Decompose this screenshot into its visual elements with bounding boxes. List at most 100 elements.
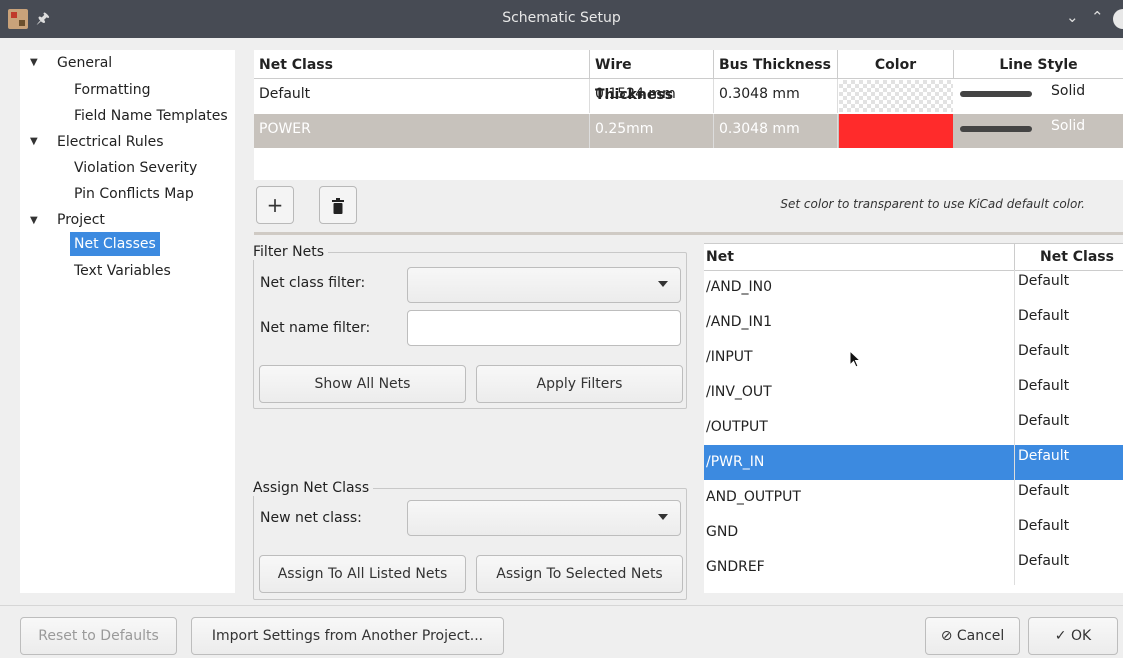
wire-thickness[interactable]: 0.25mm <box>590 114 714 148</box>
tree-item-net-classes[interactable]: Net Classes <box>70 232 160 256</box>
wire-thickness[interactable]: 0.1524 mm <box>590 79 714 113</box>
ok-button[interactable]: ✓ OK <box>1028 617 1118 655</box>
transparent-color-hint: Set color to transparent to use KiCad de… <box>780 197 1085 211</box>
assign-net-class-title: Assign Net Class <box>253 480 374 496</box>
line-style[interactable]: Solid <box>1051 83 1085 99</box>
splitter-handle[interactable] <box>254 232 1123 235</box>
net-name: /INV_OUT <box>706 384 772 400</box>
cell-separator <box>1014 550 1015 585</box>
cancel-label: Cancel <box>956 628 1005 644</box>
color-swatch-transparent[interactable] <box>839 80 953 112</box>
column-header-net-class[interactable]: Net Class <box>1040 244 1114 270</box>
cell-separator <box>1014 410 1015 445</box>
show-all-nets-button[interactable]: Show All Nets <box>259 365 466 403</box>
color-swatch-red[interactable] <box>839 114 953 148</box>
nets-table: Net Net Class /AND_IN0 Default /AND_IN1 De… <box>704 243 1123 593</box>
expand-arrow-icon[interactable]: ▼ <box>30 136 38 147</box>
table-row[interactable]: GNDREF Default <box>704 550 1123 585</box>
table-row[interactable]: AND_OUTPUT Default <box>704 480 1123 515</box>
tree-item-pin-conflicts-map[interactable]: Pin Conflicts Map <box>74 182 194 206</box>
expand-arrow-icon[interactable]: ▼ <box>30 215 38 226</box>
cell-separator <box>1014 340 1015 375</box>
line-style[interactable]: Solid <box>1051 118 1085 134</box>
net-class-cell[interactable]: Default <box>1018 343 1069 359</box>
close-button[interactable] <box>1113 9 1123 29</box>
net-class-cell[interactable]: Default <box>1018 518 1069 534</box>
settings-tree: ▼ General Formatting Field Name Template… <box>20 50 235 593</box>
net-class-cell[interactable]: Default <box>1018 378 1069 394</box>
table-row[interactable]: /OUTPUT Default <box>704 410 1123 445</box>
dropdown-arrow-icon <box>658 514 668 520</box>
column-header-color[interactable]: Color <box>838 50 954 78</box>
column-header-line-style[interactable]: Line Style <box>954 50 1123 78</box>
cell-separator <box>1014 515 1015 550</box>
net-class-name[interactable]: Default <box>254 79 590 113</box>
net-class-cell[interactable]: Default <box>1018 413 1069 429</box>
window-title: Schematic Setup <box>502 10 621 26</box>
column-header-wire-thickness[interactable]: Wire Thickness <box>590 50 714 103</box>
table-row[interactable]: /AND_IN1 Default <box>704 305 1123 340</box>
net-name: /AND_IN0 <box>706 279 773 295</box>
net-class-table-header: Net Class Wire Thickness Bus Thickness C… <box>254 50 1123 103</box>
ok-label: OK <box>1070 628 1092 644</box>
net-name-filter-input[interactable] <box>407 310 681 346</box>
delete-net-class-button[interactable] <box>319 186 357 224</box>
table-row[interactable]: /INPUT Default <box>704 340 1123 375</box>
checkmark-icon: ✓ <box>1054 628 1067 644</box>
new-net-class-label: New net class: <box>260 510 362 526</box>
cell-separator <box>1014 305 1015 340</box>
new-net-class-dropdown[interactable] <box>407 500 681 536</box>
add-net-class-button[interactable]: + <box>256 186 294 224</box>
reset-to-defaults-button[interactable]: Reset to Defaults <box>20 617 177 655</box>
net-name: /PWR_IN <box>706 454 765 470</box>
net-class-name[interactable]: POWER <box>254 114 590 148</box>
tree-item-violation-severity[interactable]: Violation Severity <box>74 156 197 180</box>
table-row-selected[interactable]: /PWR_IN Default <box>704 445 1123 480</box>
column-header-net-class[interactable]: Net Class <box>254 50 590 78</box>
net-name: /AND_IN1 <box>706 314 773 330</box>
expand-arrow-icon[interactable]: ▼ <box>30 57 38 68</box>
minimize-chevron-icon[interactable]: ⌄ <box>1066 8 1079 26</box>
tree-item-text-variables[interactable]: Text Variables <box>74 259 171 283</box>
line-style-preview <box>960 126 1032 132</box>
trash-icon <box>332 198 344 214</box>
bus-thickness[interactable]: 0.3048 mm <box>714 114 838 148</box>
net-name: GND <box>706 524 739 540</box>
cell-separator <box>1014 270 1015 305</box>
tree-item-general[interactable]: General <box>57 51 112 75</box>
apply-filters-button[interactable]: Apply Filters <box>476 365 683 403</box>
dropdown-arrow-icon <box>658 281 668 287</box>
net-name: GNDREF <box>706 559 765 575</box>
net-class-cell[interactable]: Default <box>1018 483 1069 499</box>
net-class-cell[interactable]: Default <box>1018 553 1069 569</box>
tree-item-formatting[interactable]: Formatting <box>74 78 150 102</box>
table-row[interactable]: /AND_IN0 Default <box>704 270 1123 305</box>
net-class-cell[interactable]: Default <box>1018 448 1069 464</box>
column-header-net[interactable]: Net <box>706 244 734 270</box>
net-class-filter-dropdown[interactable] <box>407 267 681 303</box>
footer-divider <box>0 605 1123 606</box>
table-row[interactable]: GND Default <box>704 515 1123 550</box>
import-settings-button[interactable]: Import Settings from Another Project... <box>191 617 504 655</box>
assign-to-selected-nets-button[interactable]: Assign To Selected Nets <box>476 555 683 593</box>
table-row[interactable]: /INV_OUT Default <box>704 375 1123 410</box>
column-header-bus-thickness[interactable]: Bus Thickness <box>714 50 838 78</box>
title-bar: 🖈 Schematic Setup ⌄ ⌃ <box>0 0 1123 38</box>
column-divider[interactable] <box>1014 244 1015 270</box>
cell-separator <box>1014 375 1015 410</box>
net-name: AND_OUTPUT <box>706 489 801 505</box>
cell-separator <box>1014 445 1015 480</box>
table-row[interactable]: Default 0.1524 mm 0.3048 mm Solid <box>254 79 1123 113</box>
tree-item-field-name-templates[interactable]: Field Name Templates <box>74 104 228 128</box>
net-class-cell[interactable]: Default <box>1018 308 1069 324</box>
maximize-chevron-icon[interactable]: ⌃ <box>1091 8 1104 26</box>
assign-to-all-listed-nets-button[interactable]: Assign To All Listed Nets <box>259 555 466 593</box>
tree-item-project[interactable]: Project <box>57 208 105 232</box>
table-row[interactable]: POWER 0.25mm 0.3048 mm Solid <box>254 114 1123 148</box>
bus-thickness[interactable]: 0.3048 mm <box>714 79 838 113</box>
net-class-cell[interactable]: Default <box>1018 273 1069 289</box>
net-class-table: Net Class Wire Thickness Bus Thickness C… <box>254 50 1123 180</box>
tree-item-electrical-rules[interactable]: Electrical Rules <box>57 130 164 154</box>
cancel-button[interactable]: ⊘ Cancel <box>925 617 1020 655</box>
cell-separator <box>1014 480 1015 515</box>
